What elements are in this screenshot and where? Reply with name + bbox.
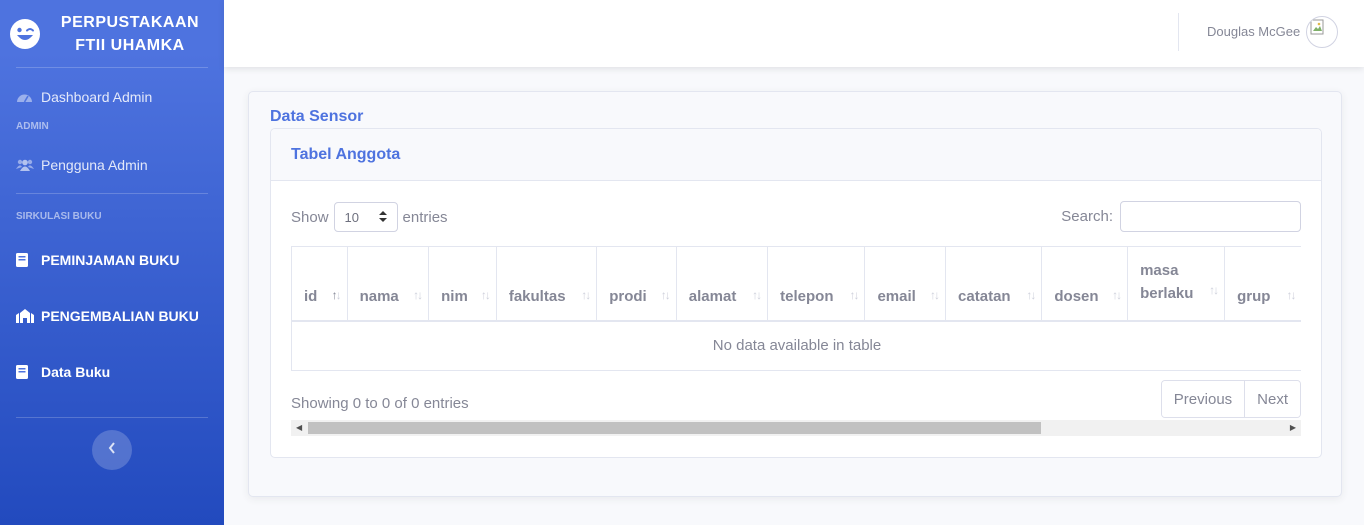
column-header-label: prodi xyxy=(609,287,647,305)
sidebar-item-label: Data Buku xyxy=(41,364,111,380)
entries-select-value: 10 xyxy=(344,209,359,225)
brand-name: PERPUSTAKAAN FTII UHAMKA xyxy=(42,11,224,57)
sidebar-item-label: Pengguna Admin xyxy=(41,157,148,173)
chevron-left-icon xyxy=(108,441,116,459)
entries-label: entries xyxy=(402,208,448,226)
user-name[interactable]: Douglas McGee xyxy=(1207,24,1300,39)
column-header-dosen[interactable]: dosen ↑↓ xyxy=(1041,246,1129,322)
column-header-label: grup xyxy=(1237,287,1271,305)
empty-message-text: No data available in table xyxy=(712,337,882,355)
column-header-catatan[interactable]: catatan ↑↓ xyxy=(945,246,1043,322)
column-header-label: dosen xyxy=(1054,287,1099,305)
horizontal-scrollbar[interactable]: ◀ ▶ xyxy=(291,420,1301,436)
anggota-table: id ↑↓ nama ↑↓ nim ↑↓ fakultas ↑↓ prodi ↑↓ ala… xyxy=(291,246,1301,371)
sort-icon: ↑↓ xyxy=(331,287,342,302)
sidebar-item-pengembalian[interactable]: PENGEMBALIAN BUKU xyxy=(0,296,224,336)
empty-table-message: No data available in table xyxy=(291,320,1301,371)
sort-icon: ↑↓ xyxy=(660,287,671,302)
sidebar-brand[interactable]: PERPUSTAKAAN FTII UHAMKA xyxy=(0,0,224,67)
brand-line-2: FTII UHAMKA xyxy=(75,36,185,54)
sidebar-item-label: Dashboard Admin xyxy=(41,89,153,105)
entries-length-control: Show 10 entries xyxy=(291,202,448,232)
sidebar-item-peminjaman[interactable]: PEMINJAMAN BUKU xyxy=(0,240,224,280)
laugh-wink-icon xyxy=(8,17,42,51)
table-row: No data available in table xyxy=(291,320,1301,371)
sort-icon: ↑↓ xyxy=(1026,287,1036,302)
pagination: Previous Next xyxy=(1160,380,1301,418)
entries-select[interactable]: 10 xyxy=(333,202,398,232)
sidebar-heading-sirkulasi: SIRKULASI BUKU xyxy=(16,211,102,222)
sort-icon: ↑↓ xyxy=(752,287,762,302)
sidebar-item-pengguna[interactable]: Pengguna Admin xyxy=(0,154,224,176)
previous-page-button[interactable]: Previous xyxy=(1161,381,1245,417)
sort-icon: ↑↓ xyxy=(1112,287,1122,302)
sort-icon: ↑↓ xyxy=(413,287,423,302)
tachometer-icon xyxy=(16,90,36,104)
column-header-id[interactable]: id ↑↓ xyxy=(291,246,348,322)
sidebar: PERPUSTAKAAN FTII UHAMKA Dashboard Admin… xyxy=(0,0,224,525)
table-search: Search: xyxy=(1061,201,1301,232)
table-scroll-area: id ↑↓ nama ↑↓ nim ↑↓ fakultas ↑↓ prodi ↑↓ ala… xyxy=(291,246,1301,372)
card-header: Tabel Anggota xyxy=(271,129,1321,181)
users-icon xyxy=(16,158,36,172)
show-label: Show xyxy=(291,208,329,226)
card-title: Tabel Anggota xyxy=(291,145,401,163)
column-header-label: masa berlaku xyxy=(1140,261,1194,302)
column-header-label: nim xyxy=(441,287,468,305)
broken-image-icon xyxy=(1307,19,1337,47)
column-header-email[interactable]: email ↑↓ xyxy=(864,246,947,322)
next-page-button[interactable]: Next xyxy=(1244,381,1300,417)
scroll-left-arrow-icon[interactable]: ◀ xyxy=(296,423,302,432)
sort-icon: ↑↓ xyxy=(480,287,491,302)
sidebar-toggle-button[interactable] xyxy=(92,430,132,470)
sort-icon: ↑↓ xyxy=(849,287,859,302)
sort-icon: ↑↓ xyxy=(1209,282,1219,297)
column-header-label: id xyxy=(304,287,318,305)
sidebar-item-label: PENGEMBALIAN BUKU xyxy=(41,308,199,324)
column-header-label: catatan xyxy=(958,287,1011,305)
search-input[interactable] xyxy=(1120,201,1301,232)
column-header-nama[interactable]: nama ↑↓ xyxy=(347,246,430,322)
column-header-masa-berlaku[interactable]: masa berlaku ↑↓ xyxy=(1127,246,1226,322)
sidebar-item-label: PEMINJAMAN BUKU xyxy=(41,252,180,268)
brand-line-1: PERPUSTAKAAN xyxy=(60,13,200,31)
column-header-fakultas[interactable]: fakultas ↑↓ xyxy=(496,246,598,322)
sidebar-divider xyxy=(16,417,208,418)
sidebar-divider xyxy=(16,193,208,194)
column-header-label: fakultas xyxy=(508,287,566,305)
book-icon xyxy=(16,253,36,267)
table-info: Showing 0 to 0 of 0 entries xyxy=(291,395,469,412)
sidebar-item-data-buku[interactable]: Data Buku xyxy=(0,352,224,392)
column-header-nim[interactable]: nim ↑↓ xyxy=(428,246,497,322)
section-title: Data Sensor xyxy=(270,108,364,125)
column-header-label: nama xyxy=(359,287,399,305)
anggota-table-card: Tabel Anggota Show 10 entries Search: id… xyxy=(270,128,1322,458)
scroll-right-arrow-icon[interactable]: ▶ xyxy=(1290,423,1296,432)
data-sensor-card: Data Sensor Tabel Anggota Show 10 entrie… xyxy=(248,91,1342,497)
search-label: Search: xyxy=(1061,208,1113,225)
sidebar-heading-admin: ADMIN xyxy=(16,121,49,132)
column-header-grup[interactable]: grup ↑↓ xyxy=(1224,246,1301,322)
column-header-label: email xyxy=(877,287,916,305)
sort-icon: ↑↓ xyxy=(1286,287,1297,302)
select-caret-icon xyxy=(378,210,387,225)
column-header-label: alamat xyxy=(688,287,737,305)
column-header-alamat[interactable]: alamat ↑↓ xyxy=(676,246,769,322)
avatar[interactable] xyxy=(1306,16,1338,48)
column-header-prodi[interactable]: prodi ↑↓ xyxy=(596,246,677,322)
topbar-divider xyxy=(1178,13,1179,51)
sidebar-item-dashboard[interactable]: Dashboard Admin xyxy=(0,86,224,108)
sidebar-divider xyxy=(16,67,208,68)
table-header-row: id ↑↓ nama ↑↓ nim ↑↓ fakultas ↑↓ prodi ↑↓ ala… xyxy=(291,246,1301,322)
place-of-worship-icon xyxy=(16,309,36,323)
book-icon xyxy=(16,365,36,379)
sort-icon: ↑↓ xyxy=(930,287,940,302)
scrollbar-thumb[interactable] xyxy=(308,422,1041,434)
column-header-label: telepon xyxy=(780,287,834,305)
sort-icon: ↑↓ xyxy=(581,287,591,302)
column-header-telepon[interactable]: telepon ↑↓ xyxy=(767,246,866,322)
topbar: Douglas McGee xyxy=(224,0,1364,67)
